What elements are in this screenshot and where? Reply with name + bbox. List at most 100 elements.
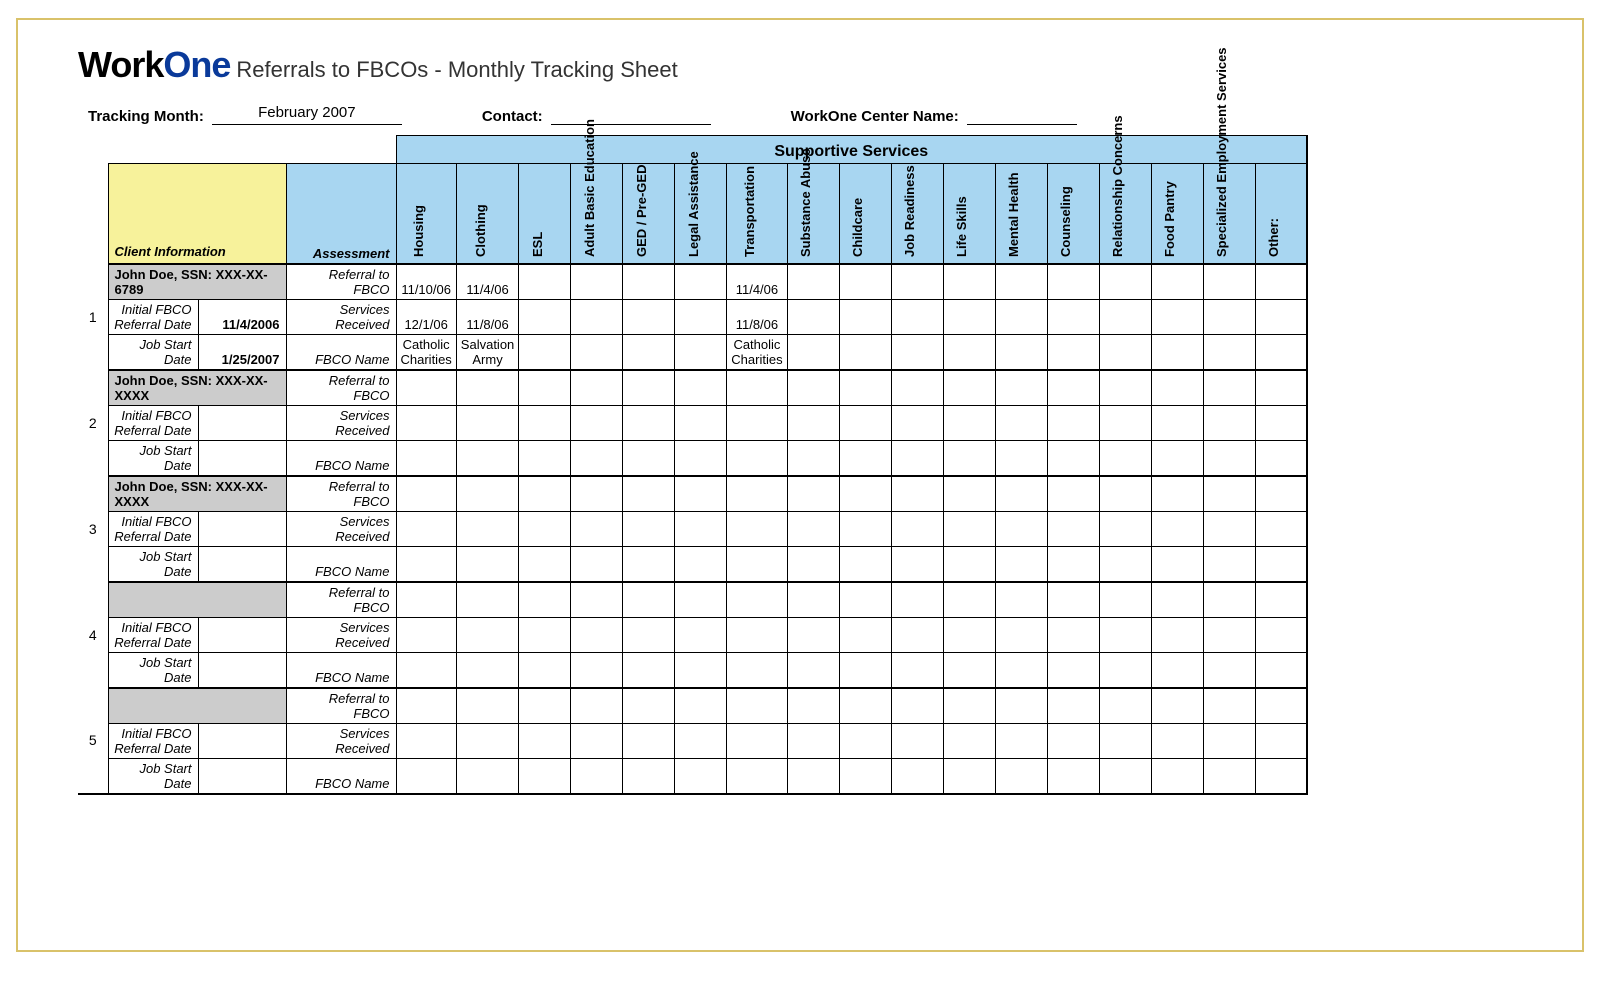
received-cell-2: [519, 723, 571, 758]
referral-cell-1: [456, 370, 518, 406]
tracking-table-wrapper: Supportive ServicesClient InformationAss…: [78, 135, 1308, 795]
received-cell-1: [456, 617, 518, 652]
referral-cell-3: [571, 264, 623, 300]
service-header-0: Housing: [396, 164, 456, 264]
referral-cell-6: [727, 582, 787, 618]
fbco-cell-4: [623, 440, 675, 476]
received-cell-13: [1099, 511, 1151, 546]
fbco-cell-11: [995, 440, 1047, 476]
initial-date-value: 11/4/2006: [198, 299, 286, 334]
assessment-header: Assessment: [286, 164, 396, 264]
received-cell-8: [839, 511, 891, 546]
fbco-cell-12: [1047, 440, 1099, 476]
fbco-cell-15: [1203, 440, 1255, 476]
fbco-cell-1: [456, 546, 518, 582]
received-cell-16: [1255, 511, 1307, 546]
referral-cell-14: [1151, 370, 1203, 406]
fbco-cell-8: [839, 440, 891, 476]
fbco-cell-1: [456, 440, 518, 476]
row-number: 2: [78, 370, 108, 476]
tracking-table: Supportive ServicesClient InformationAss…: [78, 135, 1308, 795]
fbco-cell-5: [675, 758, 727, 794]
fbco-cell-4: [623, 334, 675, 370]
referral-cell-3: [571, 688, 623, 724]
fbco-cell-3: [571, 440, 623, 476]
fbco-cell-12: [1047, 758, 1099, 794]
received-cell-9: [891, 511, 943, 546]
received-cell-2: [519, 511, 571, 546]
referral-cell-13: [1099, 688, 1151, 724]
fbco-cell-15: [1203, 652, 1255, 688]
received-cell-12: [1047, 617, 1099, 652]
received-cell-6: [727, 511, 787, 546]
referral-cell-15: [1203, 264, 1255, 300]
referral-cell-1: [456, 476, 518, 512]
referral-cell-6: [727, 688, 787, 724]
fbco-cell-16: [1255, 334, 1307, 370]
received-cell-4: [623, 511, 675, 546]
referral-cell-2: [519, 582, 571, 618]
referral-cell-15: [1203, 370, 1255, 406]
received-cell-7: [787, 511, 839, 546]
referral-cell-12: [1047, 264, 1099, 300]
fbco-cell-0: [396, 652, 456, 688]
fbco-cell-4: [623, 758, 675, 794]
label-referral: Referral to FBCO: [286, 582, 396, 618]
meta-row: Tracking Month: February 2007 Contact: W…: [78, 104, 1522, 125]
fbco-cell-10: [943, 440, 995, 476]
referral-cell-9: [891, 582, 943, 618]
fbco-cell-7: [787, 652, 839, 688]
label-jobstart: Job Start Date: [108, 440, 198, 476]
spacer: [78, 164, 108, 264]
received-cell-5: [675, 723, 727, 758]
service-header-6: Transportation: [727, 164, 787, 264]
referral-cell-5: [675, 264, 727, 300]
received-cell-9: [891, 299, 943, 334]
received-cell-11: [995, 405, 1047, 440]
referral-cell-5: [675, 688, 727, 724]
label-referral: Referral to FBCO: [286, 476, 396, 512]
received-cell-7: [787, 299, 839, 334]
received-cell-8: [839, 617, 891, 652]
received-cell-11: [995, 511, 1047, 546]
label-initial-date: Initial FBCO Referral Date: [108, 617, 198, 652]
received-cell-5: [675, 299, 727, 334]
fbco-cell-10: [943, 652, 995, 688]
service-header-15: Specialized Employment Services: [1203, 164, 1255, 264]
referral-cell-12: [1047, 582, 1099, 618]
received-cell-0: [396, 405, 456, 440]
received-cell-2: [519, 299, 571, 334]
referral-cell-9: [891, 476, 943, 512]
received-cell-6: [727, 617, 787, 652]
referral-cell-7: [787, 582, 839, 618]
fbco-cell-2: [519, 546, 571, 582]
referral-cell-14: [1151, 264, 1203, 300]
header-row: WorkOne Referrals to FBCOs - Monthly Tra…: [78, 44, 1522, 86]
received-cell-8: [839, 723, 891, 758]
referral-cell-16: [1255, 370, 1307, 406]
referral-cell-1: [456, 688, 518, 724]
referral-cell-11: [995, 688, 1047, 724]
referral-cell-10: [943, 688, 995, 724]
fbco-cell-6: Catholic Charities: [727, 334, 787, 370]
received-cell-14: [1151, 299, 1203, 334]
fbco-cell-6: [727, 652, 787, 688]
referral-cell-5: [675, 476, 727, 512]
referral-cell-10: [943, 264, 995, 300]
referral-cell-4: [623, 688, 675, 724]
referral-cell-14: [1151, 476, 1203, 512]
referral-cell-12: [1047, 688, 1099, 724]
label-fbco: FBCO Name: [286, 546, 396, 582]
fbco-cell-11: [995, 652, 1047, 688]
received-cell-16: [1255, 617, 1307, 652]
logo-part2: One: [163, 44, 230, 85]
referral-cell-8: [839, 264, 891, 300]
label-received: Services Received: [286, 299, 396, 334]
label-initial-date: Initial FBCO Referral Date: [108, 511, 198, 546]
fbco-cell-15: [1203, 758, 1255, 794]
referral-cell-9: [891, 370, 943, 406]
fbco-cell-6: [727, 440, 787, 476]
referral-cell-16: [1255, 688, 1307, 724]
fbco-cell-9: [891, 334, 943, 370]
fbco-cell-3: [571, 334, 623, 370]
